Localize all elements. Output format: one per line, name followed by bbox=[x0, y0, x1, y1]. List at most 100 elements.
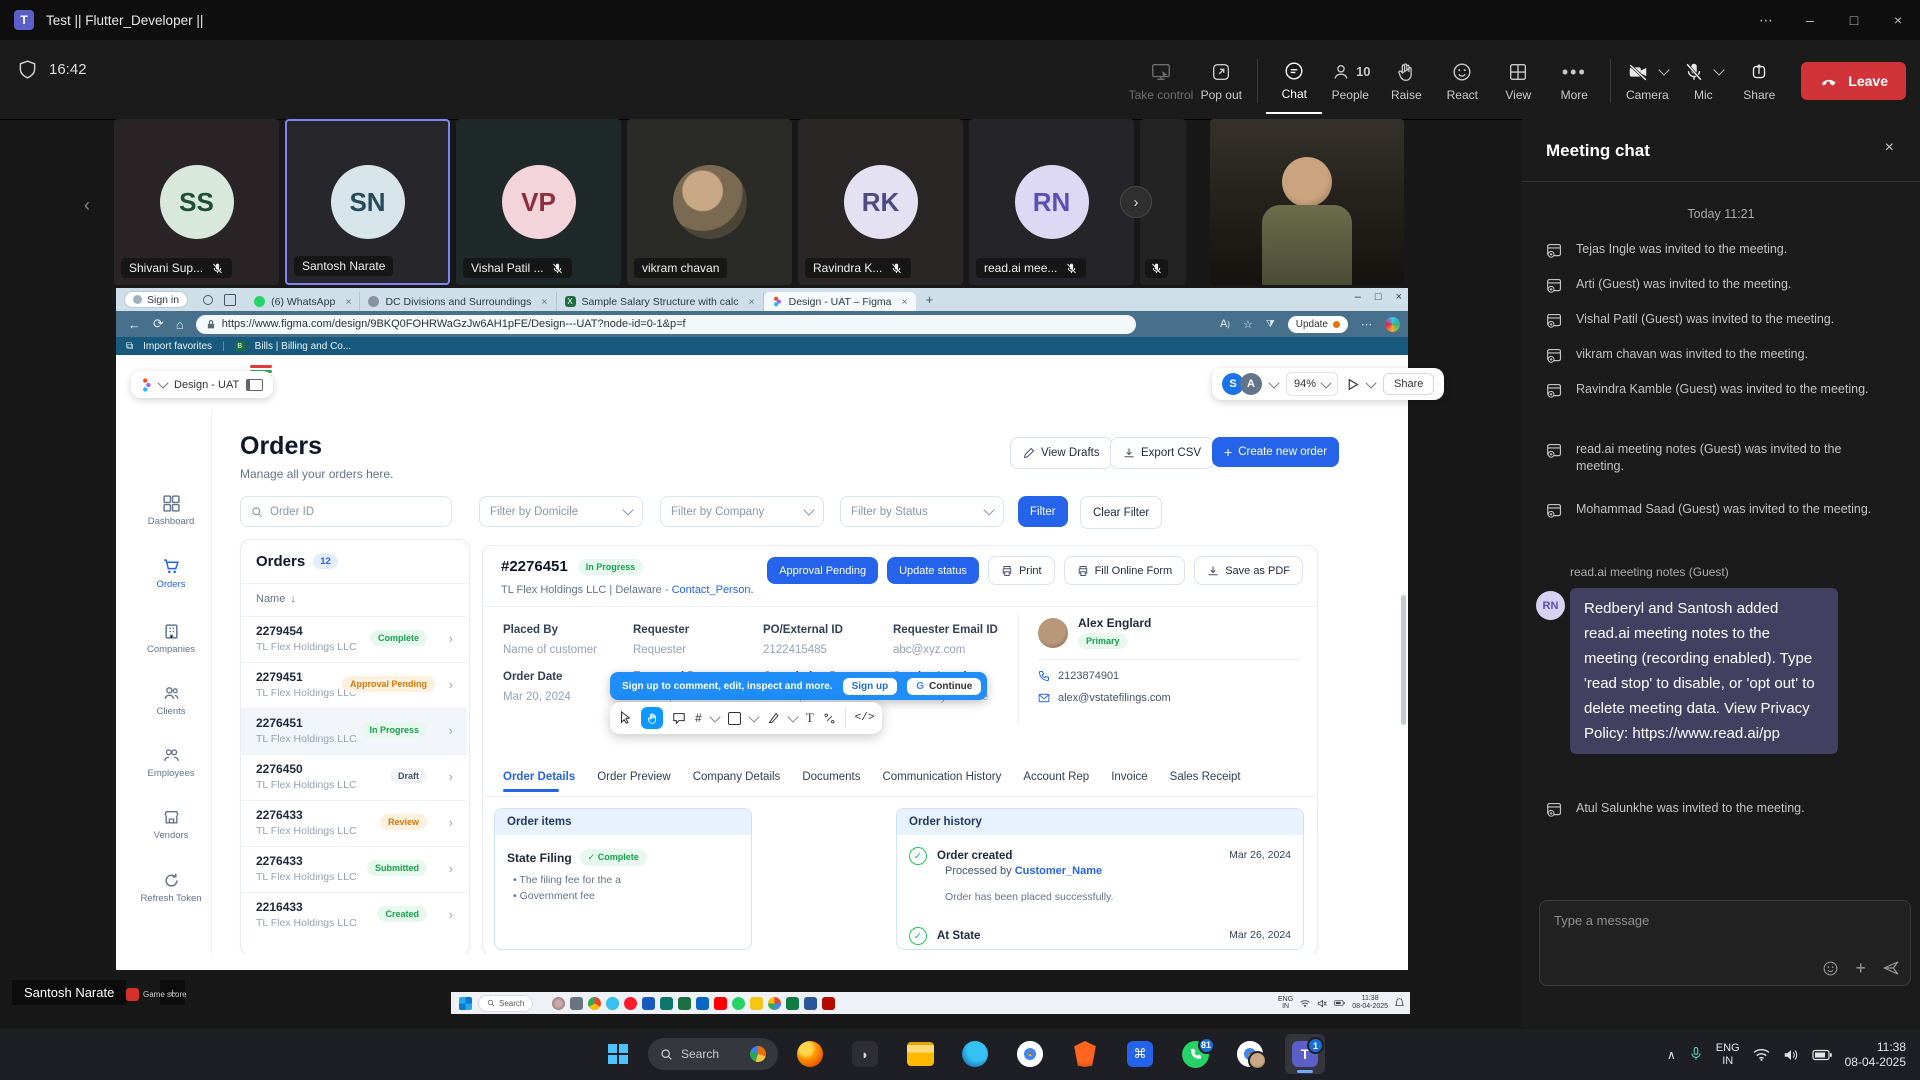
taskbar-search[interactable]: Search bbox=[648, 1038, 778, 1070]
sidebar-item-refresh-token[interactable]: Refresh Token bbox=[131, 872, 211, 904]
chat-message-input[interactable]: Type a message + bbox=[1539, 900, 1911, 986]
tab-company-details[interactable]: Company Details bbox=[693, 771, 781, 783]
tab-documents[interactable]: Documents bbox=[802, 771, 860, 783]
contact-phone[interactable]: 2123874901 bbox=[1058, 670, 1119, 682]
view-drafts-button[interactable]: View Drafts bbox=[1010, 437, 1113, 469]
notification-bell-icon[interactable] bbox=[1395, 998, 1404, 1008]
taskbar-code-icon[interactable]: ⌘ bbox=[1120, 1034, 1160, 1074]
participant-tile-active-speaker[interactable]: SN Santosh Narate bbox=[285, 119, 450, 285]
taskbar-app-icon[interactable] bbox=[570, 997, 583, 1010]
approval-pending-button[interactable]: Approval Pending bbox=[767, 557, 878, 584]
shape-tool-icon[interactable] bbox=[728, 712, 741, 725]
panel-toggle-icon[interactable] bbox=[246, 379, 263, 391]
fill-online-form-button[interactable]: Fill Online Form bbox=[1064, 556, 1186, 585]
tiles-scroll-right-button[interactable]: › bbox=[1120, 186, 1152, 218]
taskbar-app-icon[interactable] bbox=[768, 997, 781, 1010]
taskbar-teams-icon-active[interactable]: T 1 bbox=[1285, 1034, 1325, 1074]
hand-tool-icon-active[interactable] bbox=[641, 707, 663, 729]
workspaces-icon[interactable] bbox=[202, 294, 214, 306]
tab-communication-history[interactable]: Communication History bbox=[882, 771, 1001, 783]
taskbar-app-icon[interactable] bbox=[552, 997, 565, 1010]
taskbar-app-icon[interactable] bbox=[732, 997, 745, 1010]
maximize-button[interactable]: □ bbox=[1832, 0, 1876, 40]
measure-tool-icon[interactable] bbox=[823, 712, 836, 725]
sidebar-item-dashboard[interactable]: Dashboard bbox=[131, 495, 211, 527]
frame-tool-icon[interactable]: # bbox=[695, 711, 702, 725]
collaborator-avatar[interactable]: A bbox=[1240, 373, 1262, 395]
order-id-search-input[interactable]: Order ID bbox=[240, 496, 452, 527]
chevron-down-icon[interactable] bbox=[709, 711, 720, 722]
browser-tab-active[interactable]: Design - UAT – Figma× bbox=[764, 292, 916, 311]
refresh-icon[interactable]: ⟳ bbox=[153, 316, 164, 332]
order-row[interactable]: 2279451TL Flex Holdings LLC Approval Pen… bbox=[241, 662, 467, 709]
taskbar-app-icon[interactable] bbox=[624, 997, 637, 1010]
sidebar-item-clients[interactable]: Clients bbox=[131, 685, 211, 717]
wifi-icon[interactable] bbox=[1753, 1048, 1770, 1061]
browser-signin-chip[interactable]: Sign in bbox=[124, 291, 188, 308]
order-row[interactable]: 2279454TL Flex Holdings LLC Complete› bbox=[241, 616, 467, 663]
browser-tab[interactable]: (6) WhatsApp× bbox=[246, 292, 360, 311]
spotlight-tile-video[interactable] bbox=[1210, 119, 1404, 285]
taskbar-app-icon[interactable] bbox=[786, 997, 799, 1010]
attach-plus-icon[interactable]: + bbox=[1855, 960, 1866, 977]
list-column-header[interactable]: Name↓ bbox=[241, 583, 469, 614]
sidebar-item-employees[interactable]: Employees bbox=[131, 747, 211, 779]
import-favorites-link[interactable]: Import favorites bbox=[143, 341, 212, 352]
taskbar-whatsapp-icon[interactable]: 81 bbox=[1175, 1034, 1215, 1074]
language-indicator[interactable]: ENGIN bbox=[1716, 1042, 1740, 1068]
emoji-icon[interactable] bbox=[1822, 960, 1839, 977]
participant-tile[interactable]: SS Shivani Sup... bbox=[114, 119, 279, 285]
pen-tool-icon[interactable] bbox=[767, 712, 780, 725]
customer-name-link[interactable]: Customer_Name bbox=[1015, 865, 1102, 877]
contact-person-link[interactable]: Contact_Person. bbox=[672, 584, 754, 596]
search-pill[interactable]: Search bbox=[478, 995, 533, 1012]
tray-mic-icon[interactable] bbox=[1689, 1046, 1703, 1063]
close-tab-icon[interactable]: × bbox=[902, 296, 908, 308]
google-continue-button[interactable]: GContinue bbox=[907, 678, 981, 695]
tray-chevron-up-icon[interactable]: ∧ bbox=[1667, 1048, 1676, 1062]
battery-icon[interactable] bbox=[1812, 1049, 1832, 1061]
sidebar-item-companies[interactable]: Companies bbox=[131, 623, 211, 655]
browser-close-icon[interactable]: × bbox=[1396, 291, 1402, 303]
dev-mode-toggle-icon[interactable]: </> bbox=[855, 712, 875, 724]
url-field[interactable]: https://www.figma.com/design/9BKQ0FOHRWa… bbox=[196, 315, 1136, 334]
pop-out-button[interactable]: Pop out bbox=[1193, 49, 1249, 113]
chevron-down-icon[interactable] bbox=[157, 377, 168, 388]
extension-icon[interactable]: ⧩ bbox=[1266, 319, 1275, 330]
taskbar-file-explorer-icon[interactable] bbox=[900, 1034, 940, 1074]
taskbar-app-icon[interactable] bbox=[696, 997, 709, 1010]
browser-tab[interactable]: DC Divisions and Surroundings× bbox=[360, 292, 556, 311]
volume-icon[interactable] bbox=[1783, 1048, 1799, 1062]
react-button[interactable]: React bbox=[1434, 49, 1490, 113]
filter-status-select[interactable]: Filter by Status bbox=[840, 496, 1004, 527]
taskbar-firefox-icon[interactable] bbox=[790, 1034, 830, 1074]
favorite-star-icon[interactable]: ☆ bbox=[1243, 318, 1253, 331]
browser-minimize-icon[interactable]: – bbox=[1355, 291, 1361, 303]
update-status-button[interactable]: Update status bbox=[887, 557, 979, 584]
tab-order-preview[interactable]: Order Preview bbox=[597, 771, 671, 783]
people-button[interactable]: 10 People bbox=[1322, 49, 1378, 113]
tiles-scroll-left-icon[interactable]: ‹ bbox=[84, 195, 90, 216]
raise-hand-button[interactable]: Raise bbox=[1378, 49, 1434, 113]
browser-profile-icon[interactable] bbox=[1385, 317, 1400, 332]
order-row[interactable]: 2216433TL Flex Holdings LLC Created› bbox=[241, 892, 467, 939]
order-row-selected[interactable]: 2276451TL Flex Holdings LLC In Progress› bbox=[241, 708, 467, 755]
view-button[interactable]: View bbox=[1490, 49, 1546, 113]
sort-desc-icon[interactable]: ↓ bbox=[290, 593, 296, 605]
browser-window-controls[interactable]: – □ × bbox=[1355, 291, 1402, 303]
close-tab-icon[interactable]: × bbox=[345, 296, 351, 308]
browser-more-icon[interactable]: ⋯ bbox=[1361, 318, 1372, 331]
more-button[interactable]: ••• More bbox=[1546, 49, 1602, 113]
contact-email[interactable]: alex@vstatefilings.com bbox=[1058, 692, 1171, 704]
minimize-button[interactable]: – bbox=[1788, 0, 1832, 40]
taskbar-brave-icon[interactable] bbox=[1065, 1034, 1105, 1074]
leave-button[interactable]: Leave bbox=[1801, 62, 1906, 100]
participant-tile[interactable]: RN read.ai mee... bbox=[969, 119, 1134, 285]
chevron-down-icon[interactable] bbox=[787, 711, 798, 722]
order-row[interactable]: 2276433TL Flex Holdings LLC Submitted› bbox=[241, 846, 467, 893]
taskbar-edge-icon[interactable] bbox=[955, 1034, 995, 1074]
new-tab-button[interactable]: + bbox=[926, 292, 934, 307]
close-button[interactable]: × bbox=[1876, 0, 1920, 40]
taskbar-chrome-icon[interactable] bbox=[1010, 1034, 1050, 1074]
back-icon[interactable]: ← bbox=[128, 317, 141, 332]
